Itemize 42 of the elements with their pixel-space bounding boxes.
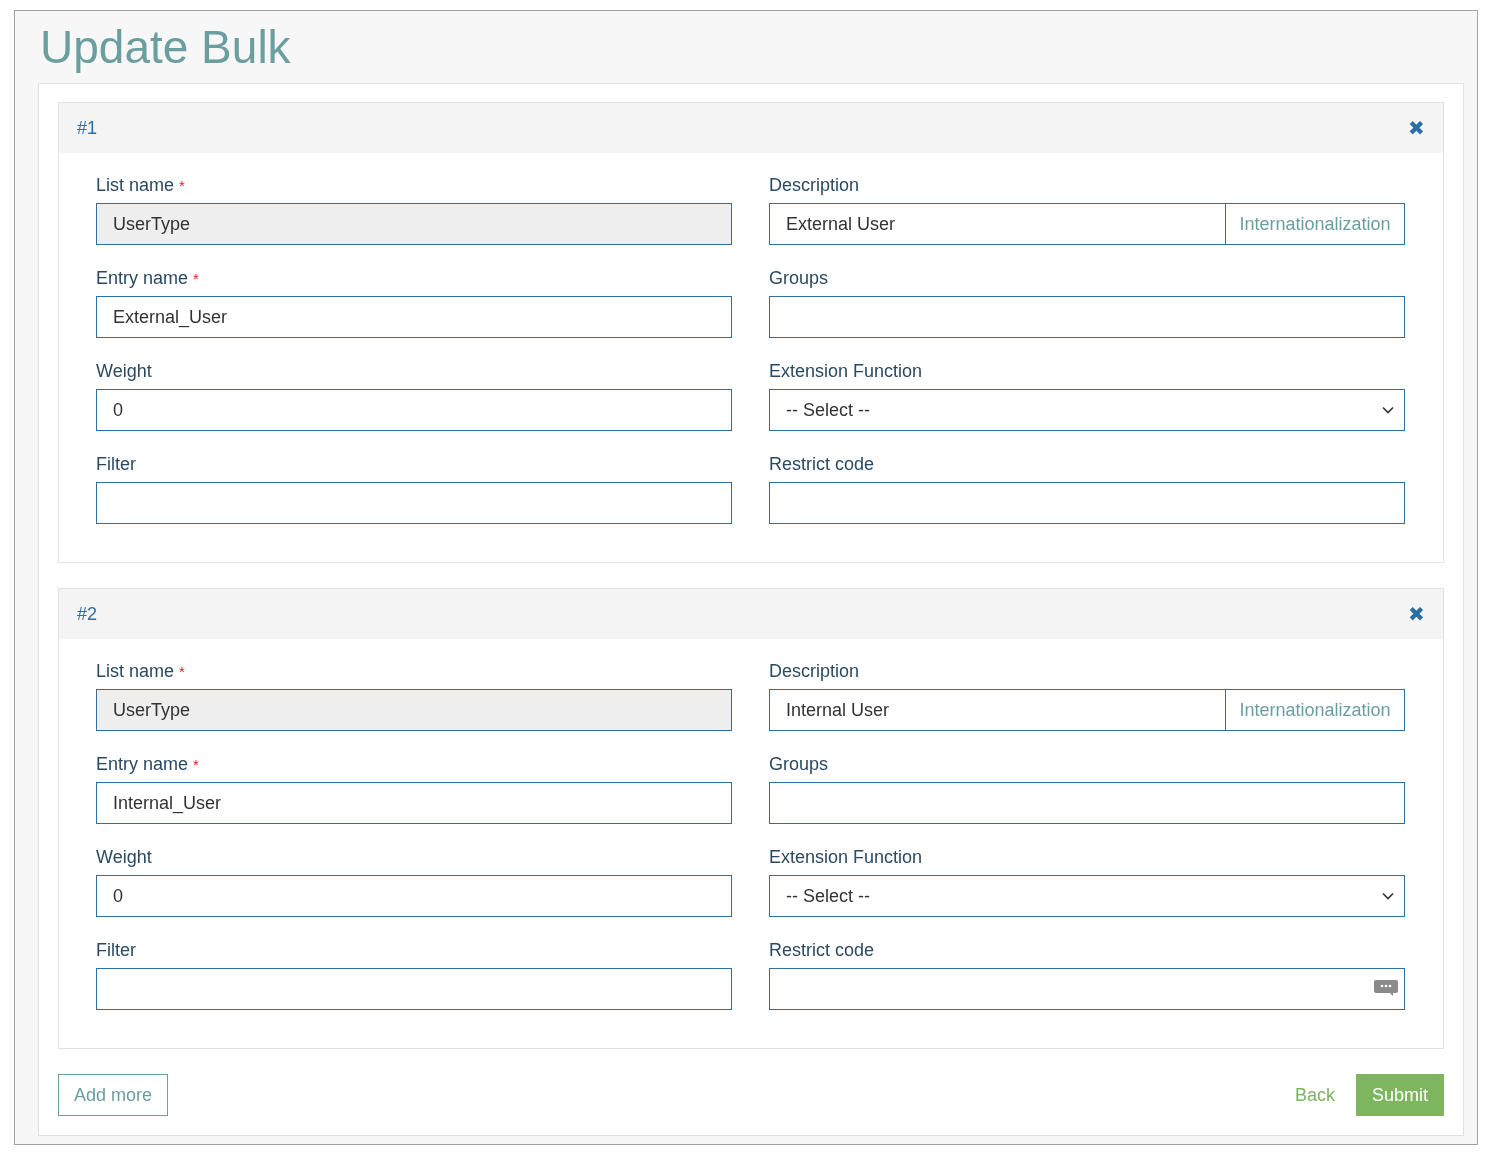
text-field[interactable] (96, 968, 732, 1010)
required-mark: * (179, 662, 185, 682)
select-dropdown[interactable]: -- Select -- (769, 875, 1405, 917)
field-label: List name (96, 661, 175, 681)
text-field[interactable]: External_User (96, 296, 732, 338)
chevron-down-icon (1382, 892, 1394, 900)
page-title: Update Bulk (40, 20, 292, 75)
text-field[interactable] (769, 968, 1405, 1010)
field-label: Weight (96, 847, 152, 867)
field-label: Weight (96, 361, 152, 381)
text-field[interactable]: External User (769, 203, 1226, 245)
close-button[interactable]: ✖ (1408, 604, 1425, 624)
field-label: Extension Function (769, 361, 923, 381)
field-label: Groups (769, 754, 829, 774)
field-label: Filter (96, 940, 136, 960)
field-label: Groups (769, 268, 829, 288)
text-field[interactable] (769, 782, 1405, 824)
text-field[interactable]: 0 (96, 875, 732, 917)
field-label: Entry name (96, 754, 189, 774)
select-dropdown[interactable]: -- Select -- (769, 389, 1405, 431)
field-label: List name (96, 175, 175, 195)
field-label: Restrict code (769, 454, 875, 474)
text-field[interactable]: 0 (96, 389, 732, 431)
speech-bubble-icon[interactable] (1373, 979, 1399, 997)
required-mark: * (193, 269, 199, 289)
entry-number: #2 (77, 602, 98, 626)
field-label: Restrict code (769, 940, 875, 960)
field-label: Entry name (96, 268, 189, 288)
text-field[interactable] (96, 482, 732, 524)
close-button[interactable]: ✖ (1408, 118, 1425, 138)
field-label: Extension Function (769, 847, 923, 867)
chevron-down-icon (1382, 406, 1394, 414)
text-field[interactable] (769, 482, 1405, 524)
required-mark: * (193, 755, 199, 775)
required-mark: * (179, 176, 185, 196)
field-label: Filter (96, 454, 136, 474)
text-field[interactable]: Internal_User (96, 782, 732, 824)
entry-number: #1 (77, 116, 98, 140)
field-label: Description (769, 661, 860, 681)
text-field[interactable]: Internal User (769, 689, 1226, 731)
text-field[interactable] (769, 296, 1405, 338)
field-label: Description (769, 175, 860, 195)
